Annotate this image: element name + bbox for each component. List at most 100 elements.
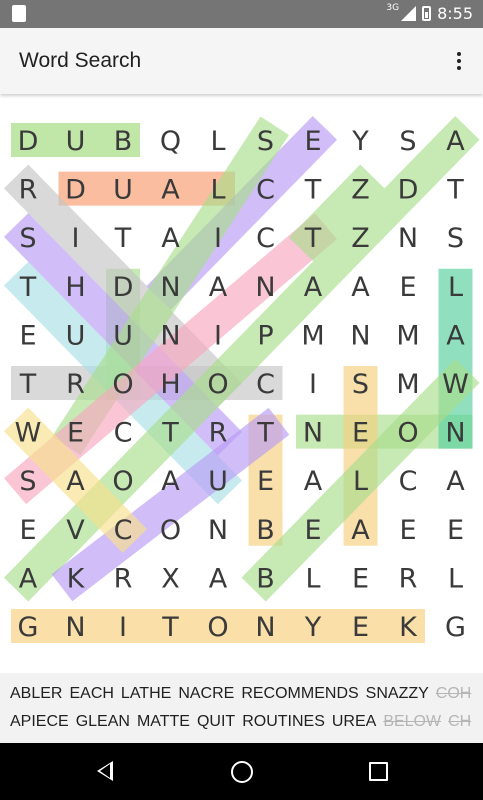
grid-letter[interactable]: T (114, 223, 132, 254)
grid-letter[interactable]: E (352, 612, 369, 643)
grid-letter[interactable]: L (353, 466, 368, 497)
grid-letter[interactable]: C (256, 175, 275, 206)
grid-letter[interactable]: U (113, 320, 133, 351)
grid-letter[interactable]: N (255, 612, 275, 643)
grid-letter[interactable]: N (303, 418, 323, 449)
grid-letter[interactable]: L (305, 563, 320, 594)
grid-letter[interactable]: N (398, 223, 418, 254)
grid-letter[interactable]: T (161, 418, 179, 449)
grid-letter[interactable]: G (445, 612, 466, 643)
grid-letter[interactable]: O (207, 612, 228, 643)
grid-letter[interactable]: L (210, 126, 225, 157)
grid-letter[interactable]: E (19, 320, 36, 351)
grid-letter[interactable]: D (18, 126, 39, 157)
grid-letter[interactable]: U (113, 175, 133, 206)
grid-letter[interactable]: R (399, 563, 418, 594)
grid-letter[interactable]: X (161, 563, 180, 594)
grid-letter[interactable]: T (19, 272, 37, 303)
grid-letter[interactable]: T (446, 175, 464, 206)
grid-letter[interactable]: O (112, 466, 133, 497)
grid-letter[interactable]: S (447, 223, 464, 254)
grid-letter[interactable]: A (446, 126, 465, 157)
grid-letter[interactable]: Z (351, 175, 370, 206)
grid-letter[interactable]: A (66, 466, 85, 497)
grid-letter[interactable]: Y (351, 126, 369, 157)
grid-letter[interactable]: P (257, 320, 273, 351)
grid-letter[interactable]: C (114, 418, 133, 449)
grid-letter[interactable]: S (352, 369, 369, 400)
grid-letter[interactable]: U (66, 320, 86, 351)
grid-letter[interactable]: E (304, 126, 321, 157)
grid-letter[interactable]: A (161, 223, 180, 254)
grid-letter[interactable]: A (161, 175, 180, 206)
grid-letter[interactable]: T (19, 369, 37, 400)
grid-letter[interactable]: N (255, 272, 275, 303)
grid-letter[interactable]: U (66, 126, 86, 157)
grid-letter[interactable]: E (19, 515, 36, 546)
grid-letter[interactable]: W (15, 418, 42, 449)
grid-letter[interactable]: N (160, 320, 180, 351)
grid-letter[interactable]: N (350, 320, 370, 351)
grid-letter[interactable]: H (160, 369, 180, 400)
grid-letter[interactable]: N (208, 515, 228, 546)
grid-letter[interactable]: A (304, 466, 323, 497)
grid-letter[interactable]: C (399, 466, 418, 497)
grid-letter[interactable]: A (304, 272, 323, 303)
grid-letter[interactable]: K (67, 563, 86, 594)
grid-letter[interactable]: M (396, 320, 419, 351)
grid-letter[interactable]: A (19, 563, 38, 594)
grid-letter[interactable]: Y (304, 612, 322, 643)
grid-letter[interactable]: S (399, 126, 416, 157)
letter-grid[interactable]: D U B Q L S E Y S AR D U A L C T Z D TS I T A I C T Z N ST H D N A N A A E L… (0, 100, 483, 672)
grid-letter[interactable]: C (256, 369, 275, 400)
grid-letter[interactable]: L (210, 175, 225, 206)
grid-letter[interactable]: T (161, 612, 179, 643)
grid-letter[interactable]: O (397, 418, 418, 449)
grid-letter[interactable]: O (207, 369, 228, 400)
grid-letter[interactable]: A (161, 466, 180, 497)
grid-letter[interactable]: D (65, 175, 86, 206)
grid-letter[interactable]: C (114, 515, 133, 546)
grid-letter[interactable]: E (447, 515, 464, 546)
grid-letter[interactable]: E (67, 418, 84, 449)
grid-letter[interactable]: H (65, 272, 85, 303)
grid-letter[interactable]: R (114, 563, 133, 594)
grid-letter[interactable]: R (19, 175, 38, 206)
grid-letter[interactable]: V (66, 515, 85, 546)
overflow-menu-button[interactable] (449, 48, 469, 74)
grid-letter[interactable]: U (208, 466, 228, 497)
grid-letter[interactable]: N (445, 418, 465, 449)
grid-letter[interactable]: R (209, 418, 228, 449)
grid-letter[interactable]: E (399, 272, 416, 303)
grid-letter[interactable]: B (256, 563, 275, 594)
grid-letter[interactable]: K (399, 612, 418, 643)
grid-letter[interactable]: E (352, 563, 369, 594)
grid-letter[interactable]: I (72, 223, 80, 254)
back-icon[interactable] (97, 761, 113, 781)
puzzle-board[interactable]: DUBQLSEYSARDUALCTZDTSITAICTZNSTHDNANAAEL… (0, 100, 483, 672)
grid-letter[interactable]: S (257, 126, 274, 157)
grid-letter[interactable]: I (309, 369, 317, 400)
grid-letter[interactable]: T (304, 175, 322, 206)
grid-letter[interactable]: I (214, 223, 222, 254)
grid-letter[interactable]: D (398, 175, 419, 206)
grid-letter[interactable]: A (209, 563, 228, 594)
grid-letter[interactable]: Z (351, 223, 370, 254)
home-icon[interactable] (231, 761, 253, 783)
grid-letter[interactable]: O (112, 369, 133, 400)
grid-letter[interactable]: E (304, 515, 321, 546)
grid-letter[interactable]: E (257, 466, 274, 497)
grid-letter[interactable]: M (301, 320, 324, 351)
grid-letter[interactable]: T (256, 418, 274, 449)
grid-letter[interactable]: R (66, 369, 85, 400)
grid-letter[interactable]: A (351, 272, 370, 303)
grid-letter[interactable]: O (160, 515, 181, 546)
grid-letter[interactable]: L (448, 272, 463, 303)
grid-letter[interactable]: A (351, 515, 370, 546)
grid-letter[interactable]: I (214, 320, 222, 351)
grid-letter[interactable]: G (18, 612, 39, 643)
grid-letter[interactable]: B (114, 126, 133, 157)
grid-letter[interactable]: E (399, 515, 416, 546)
grid-letter[interactable]: M (396, 369, 419, 400)
grid-letter[interactable]: A (446, 320, 465, 351)
